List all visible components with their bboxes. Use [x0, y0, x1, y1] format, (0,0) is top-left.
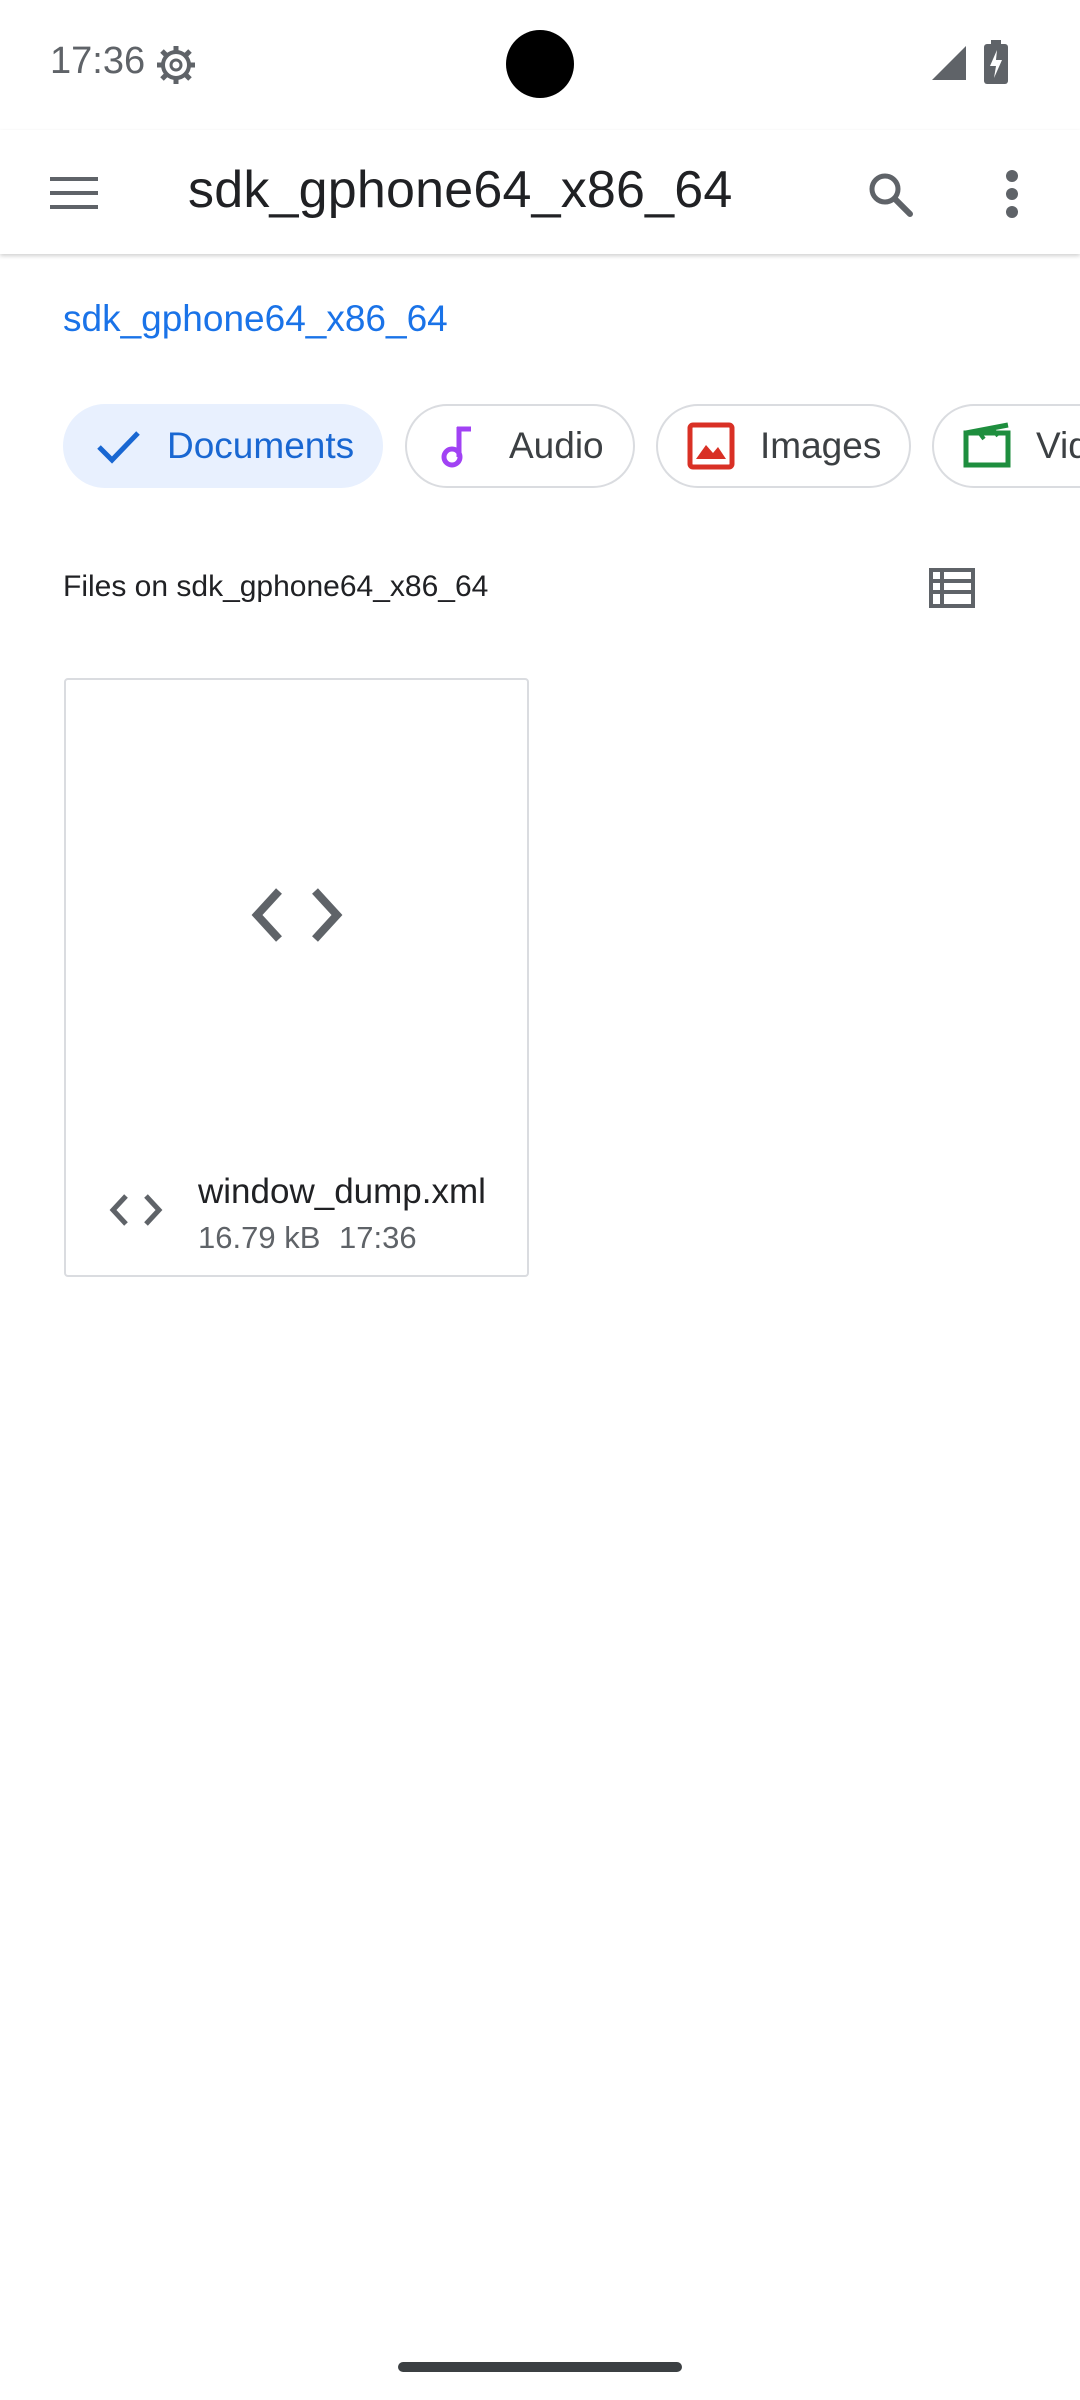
search-button[interactable] — [852, 156, 928, 232]
code-icon — [251, 888, 342, 942]
camera-cutout — [506, 30, 574, 98]
more-options-button[interactable] — [974, 156, 1050, 232]
home-indicator[interactable] — [398, 2362, 682, 2372]
movie-clapper-icon — [962, 421, 1012, 471]
music-note-icon — [435, 421, 485, 471]
section-title: Files on sdk_gphone64_x86_64 — [63, 570, 489, 603]
chip-images[interactable]: Images — [656, 404, 911, 488]
status-bar: 17:36 — [0, 0, 1080, 130]
page-title: sdk_gphone64_x86_64 — [188, 161, 733, 219]
chip-label: Documents — [167, 425, 355, 466]
file-meta: 16.79 kB 17:36 — [198, 1220, 417, 1256]
status-time: 17:36 — [50, 40, 146, 82]
app-bar: sdk_gphone64_x86_64 — [0, 130, 1080, 254]
file-card[interactable]: window_dump.xml 16.79 kB 17:36 — [64, 678, 529, 1277]
menu-button[interactable] — [34, 158, 114, 228]
chip-videos[interactable]: Videos — [932, 404, 1080, 488]
battery-charging-icon — [984, 40, 1008, 84]
chip-audio[interactable]: Audio — [405, 404, 635, 488]
more-vert-icon — [1006, 170, 1018, 218]
search-icon — [869, 173, 913, 217]
cell-signal-icon — [930, 44, 968, 82]
file-time: 17:36 — [339, 1220, 417, 1255]
chip-label: Audio — [509, 425, 604, 466]
chip-label: Images — [760, 425, 882, 466]
breadcrumb[interactable]: sdk_gphone64_x86_64 — [63, 298, 448, 340]
code-icon — [106, 1180, 166, 1240]
chip-label: Videos — [1036, 425, 1080, 466]
file-size: 16.79 kB — [198, 1220, 321, 1255]
file-thumbnail — [66, 680, 527, 1150]
menu-icon — [50, 177, 98, 209]
file-name: window_dump.xml — [198, 1172, 486, 1211]
filter-chips: Documents Audio Images Vid — [0, 404, 1080, 488]
check-icon — [93, 421, 143, 471]
settings-gear-icon — [156, 45, 196, 85]
image-icon — [686, 421, 736, 471]
list-view-icon — [929, 568, 975, 608]
chip-documents[interactable]: Documents — [63, 404, 383, 488]
list-view-toggle[interactable] — [924, 560, 980, 616]
breadcrumb-root[interactable]: sdk_gphone64_x86_64 — [63, 298, 448, 339]
